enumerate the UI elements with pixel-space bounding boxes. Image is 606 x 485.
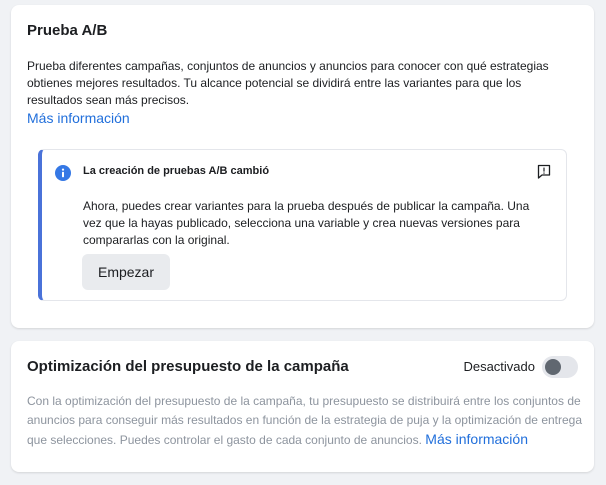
budget-optimization-title: Optimización del presupuesto de la campa… — [27, 358, 349, 375]
toggle-knob — [545, 359, 561, 375]
ab-test-notice: La creación de pruebas A/B cambió Ahora,… — [38, 149, 567, 301]
toggle-status-label: Desactivado — [463, 359, 535, 374]
feedback-icon[interactable] — [536, 164, 552, 180]
ab-test-description: Prueba diferentes campañas, conjuntos de… — [27, 59, 549, 107]
info-icon — [55, 165, 71, 181]
ab-test-learn-more-link[interactable]: Más información — [27, 110, 130, 126]
notice-body: Ahora, puedes crear variantes para la pr… — [83, 199, 530, 247]
budget-optimization-card: Optimización del presupuesto de la campa… — [11, 341, 594, 472]
budget-optimization-toggle[interactable] — [542, 356, 578, 378]
start-button[interactable]: Empezar — [82, 254, 170, 290]
ab-test-card: Prueba A/B Prueba diferentes campañas, c… — [11, 5, 594, 328]
budget-optimization-learn-more-link[interactable]: Más información — [425, 431, 528, 447]
notice-title: La creación de pruebas A/B cambió — [83, 165, 270, 177]
ab-test-title: Prueba A/B — [27, 22, 108, 39]
budget-optimization-description: Con la optimización del presupuesto de l… — [27, 392, 582, 450]
